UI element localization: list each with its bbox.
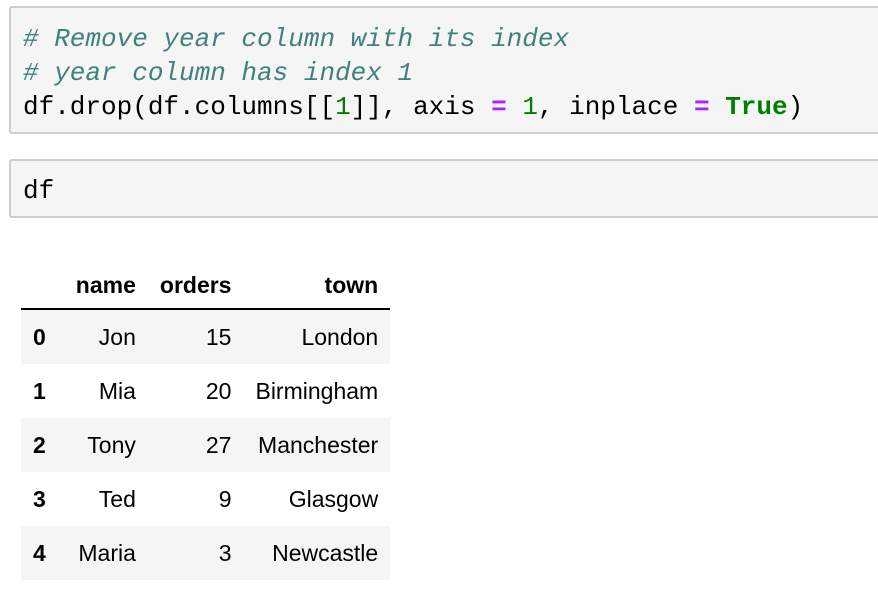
header-orders: orders — [147, 262, 244, 310]
code-cell-drop-column[interactable]: # Remove year column with its index # ye… — [9, 6, 878, 134]
code-token: df — [23, 176, 55, 206]
code-token: ) — [787, 92, 804, 122]
cell-orders: 27 — [205, 431, 232, 458]
table-row: 1 Mia 20 Birmingham — [21, 364, 390, 418]
cell-town: Manchester — [258, 431, 379, 458]
comment-text: # Remove year column with its index — [23, 24, 570, 54]
operator: = — [693, 92, 710, 122]
code-line-comment-1: # Remove year column with its index — [23, 22, 878, 56]
table-row: 3 Ted 9 Glasgow — [21, 472, 390, 526]
cell-orders: 20 — [205, 377, 232, 404]
cell-town: Birmingham — [255, 377, 379, 404]
table-header-row: name orders town — [21, 262, 391, 310]
cell-orders: 9 — [218, 485, 232, 512]
row-index: 3 — [33, 485, 46, 512]
cell-name: Mia — [98, 377, 136, 404]
cell-name: Jon — [98, 323, 136, 350]
cell-name: Tony — [87, 431, 136, 458]
code-token: , inplace — [537, 92, 694, 122]
cell-town: Glasgow — [288, 485, 379, 512]
header-index — [21, 262, 64, 310]
cell-orders: 15 — [205, 323, 232, 350]
row-index: 2 — [33, 431, 46, 458]
header-name: name — [63, 262, 148, 310]
row-index: 0 — [33, 323, 46, 350]
code-token: df.drop(df.columns[[ — [23, 92, 336, 122]
cell-name: Ted — [98, 485, 136, 512]
keyword-true: True — [725, 92, 788, 122]
cell-town: London — [301, 323, 379, 350]
code-token: ]], axis — [350, 92, 492, 122]
row-index: 4 — [33, 539, 46, 566]
comment-text: # year column has index 1 — [23, 58, 414, 88]
cell-name: Maria — [78, 539, 136, 566]
cell-orders: 3 — [218, 539, 232, 566]
number-literal: 1 — [335, 92, 351, 122]
code-line-comment-2: # year column has index 1 — [23, 56, 878, 90]
table-row: 4 Maria 3 Newcastle — [21, 526, 391, 580]
code-line-drop-call: df.drop(df.columns[[1]], axis = 1, inpla… — [23, 90, 878, 124]
row-index: 1 — [33, 377, 46, 404]
cell-town: Newcastle — [272, 539, 379, 566]
code-cell-df[interactable]: df — [9, 159, 878, 218]
number-literal: 1 — [522, 92, 538, 122]
dataframe-output-table: name orders town 0 Jon 15 London 1 Mia 2… — [21, 262, 391, 580]
header-town: town — [243, 262, 391, 310]
code-line-df: df — [23, 174, 878, 208]
table-row: 0 Jon 15 London — [21, 309, 391, 364]
table-row: 2 Tony 27 Manchester — [21, 418, 391, 472]
operator: = — [491, 92, 507, 122]
